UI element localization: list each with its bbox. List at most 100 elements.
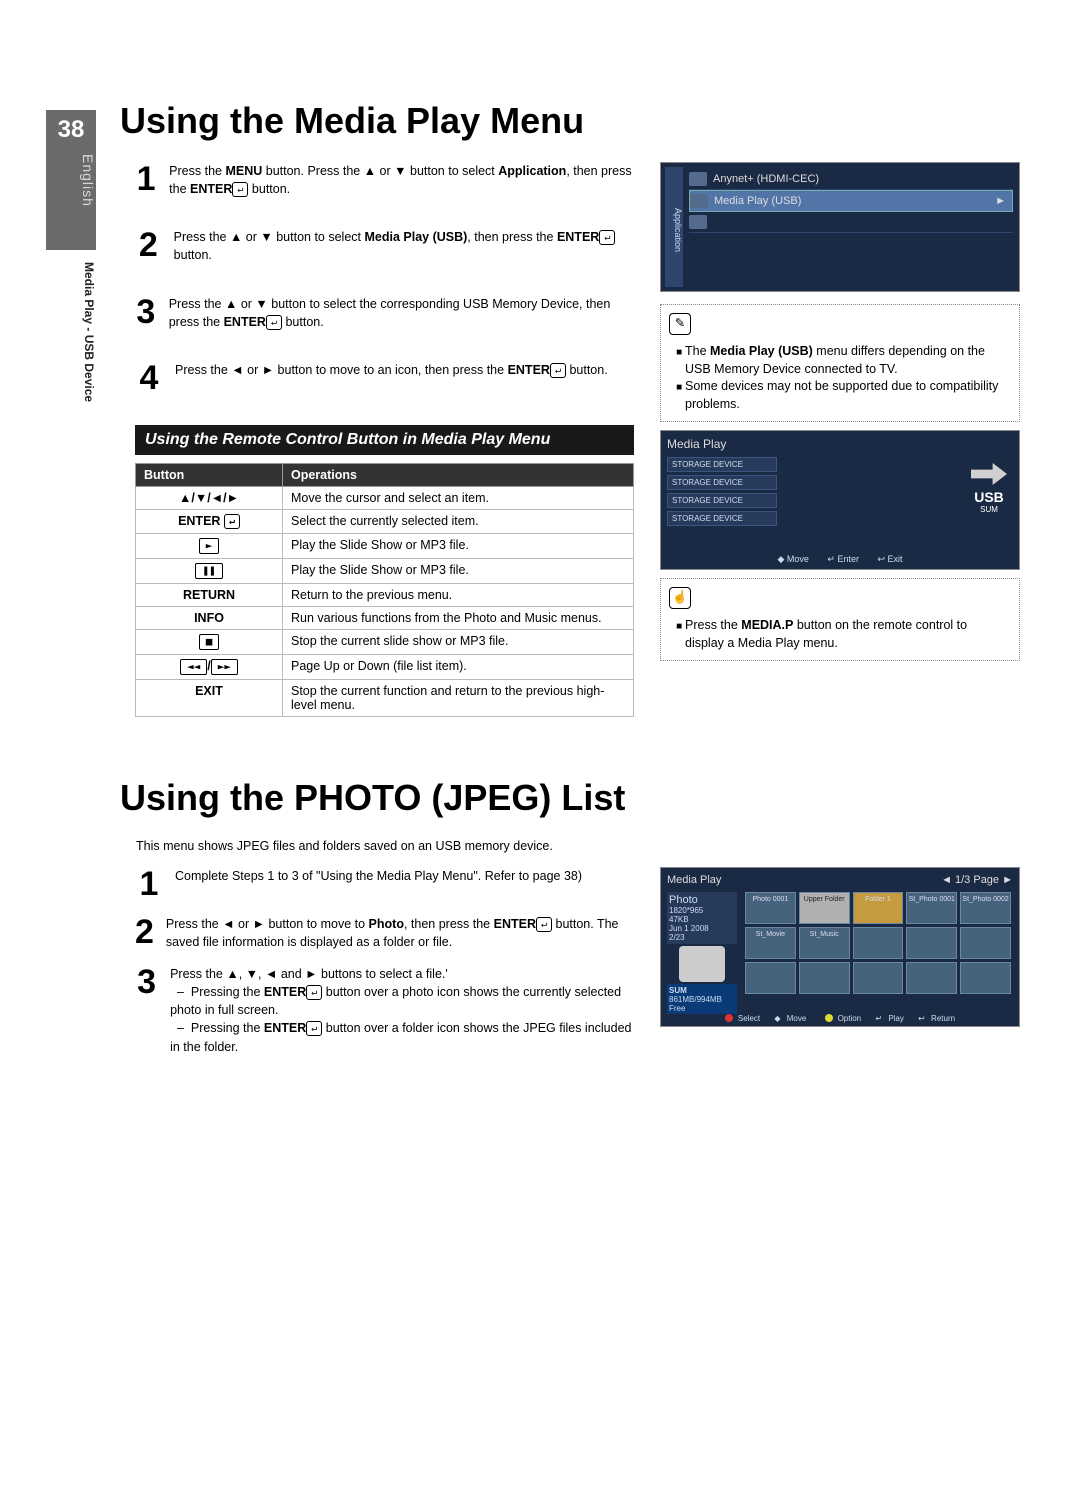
step-text: Press the ▲ or ▼ button to select Media …: [174, 228, 634, 264]
photo-thumb: [853, 962, 904, 994]
table-row: ❚❚Play the Slide Show or MP3 file.: [136, 558, 634, 583]
photo-thumb: St_Music: [799, 927, 850, 959]
note-icon: ✎: [669, 313, 691, 335]
page-side-tab: 38 English Media Play - USB Device: [46, 110, 96, 410]
step-number: 4: [135, 361, 163, 395]
screenshot-device-select: Media Play STORAGE DEVICE STORAGE DEVICE…: [660, 430, 1020, 570]
screenshot-application-menu: Application Anynet+ (HDMI-CEC) Media Pla…: [660, 162, 1020, 292]
panel-info-line: 1820*965: [669, 906, 735, 915]
cell-button: ❚❚: [136, 558, 283, 583]
step-number: 3: [135, 295, 157, 331]
page-indicator: ◄ 1/3 Page ►: [941, 874, 1013, 886]
note-box-media-play: ✎ The Media Play (USB) menu differs depe…: [660, 304, 1020, 422]
menu-item-media-play-usb: Media Play (USB): [714, 195, 801, 207]
yellow-dot-icon: [825, 1014, 833, 1022]
col-button: Button: [136, 463, 283, 486]
cell-button: ▲/▼/◄/►: [136, 486, 283, 509]
photo-thumb: [960, 962, 1011, 994]
table-row: ►Play the Slide Show or MP3 file.: [136, 533, 634, 558]
photo-thumb: St_Movie: [745, 927, 796, 959]
section-label: Media Play - USB Device: [46, 250, 96, 410]
panel-info-line: 2/23: [669, 933, 735, 942]
cell-button: ◄◄/►►: [136, 654, 283, 679]
hint-exit: ↩ Exit: [877, 554, 902, 564]
step-item: 4 Press the ◄ or ► button to move to an i…: [135, 361, 634, 395]
hand-icon: ☝: [669, 587, 691, 609]
hint-play: Play: [888, 1014, 904, 1023]
step-text: Press the ◄ or ► button to move to an ic…: [175, 361, 608, 395]
cell-operation: Page Up or Down (file list item).: [283, 654, 634, 679]
step-item: 2Press the ▲ or ▼ button to select Media…: [135, 228, 634, 264]
page-number: 38: [46, 110, 96, 144]
blank-icon: [689, 215, 707, 229]
folder-thumb: Folder 1: [853, 892, 904, 924]
media-play-title: Media Play: [667, 874, 721, 886]
cell-operation: Move the cursor and select an item.: [283, 486, 634, 509]
cell-operation: Play the Slide Show or MP3 file.: [283, 533, 634, 558]
cell-button: ■: [136, 629, 283, 654]
storage-device-item: STORAGE DEVICE: [667, 457, 777, 472]
step-text: Press the ◄ or ► button to move to Photo…: [166, 915, 634, 951]
step-text: Complete Steps 1 to 3 of "Using the Medi…: [175, 867, 582, 901]
cell-operation: Select the currently selected item.: [283, 509, 634, 533]
cell-button: ►: [136, 533, 283, 558]
menu-item-anynet: Anynet+ (HDMI-CEC): [713, 173, 819, 185]
hint-return: Return: [931, 1014, 955, 1023]
photo-thumb: [906, 962, 957, 994]
upper-folder-thumb: Upper Folder: [799, 892, 850, 924]
cell-button: ENTER ↵: [136, 509, 283, 533]
step-item: 2 Press the ◄ or ► button to move to Phot…: [135, 915, 634, 951]
step-item: 1 Press the MENU button. Press the ▲ or ▼…: [135, 162, 634, 198]
chevron-right-icon: ►: [995, 195, 1006, 207]
hint-enter: ↵ Enter: [827, 554, 859, 564]
table-row: ENTER ↵Select the currently selected ite…: [136, 509, 634, 533]
photo-list-intro: This menu shows JPEG files and folders s…: [136, 839, 1020, 853]
media-play-title: Media Play: [667, 437, 1013, 451]
media-play-icon: [690, 194, 708, 208]
table-row: INFORun various functions from the Photo…: [136, 606, 634, 629]
cell-operation: Run various functions from the Photo and…: [283, 606, 634, 629]
panel-info-line: 47KB: [669, 915, 735, 924]
cell-operation: Stop the current slide show or MP3 file.: [283, 629, 634, 654]
app-tab-label: Application: [665, 167, 683, 287]
cell-operation: Return to the previous menu.: [283, 583, 634, 606]
step-item: 3 Press the ▲ or ▼ button to select the c…: [135, 295, 634, 331]
photo-thumb: St_Photo 0001: [906, 892, 957, 924]
note-item: The Media Play (USB) menu differs depend…: [685, 343, 1009, 378]
note-item: Press the MEDIA.P button on the remote c…: [685, 617, 1009, 652]
step-number: 3: [135, 965, 158, 1056]
photo-thumb: Photo 0001: [745, 892, 796, 924]
storage-device-item: STORAGE DEVICE: [667, 475, 777, 490]
heading-photo-list: Using the PHOTO (JPEG) List: [120, 777, 1020, 819]
cell-button: EXIT: [136, 679, 283, 716]
sum-free: 861MB/994MB Free: [669, 995, 735, 1013]
step-text: Press the ▲ or ▼ button to select the co…: [169, 295, 634, 331]
anynet-icon: [689, 172, 707, 186]
sum-label: SUM: [669, 986, 735, 995]
language-label: English: [46, 154, 96, 207]
step-item: 1Complete Steps 1 to 3 of "Using the Med…: [135, 867, 634, 901]
usb-sublabel: SUM: [971, 505, 1007, 514]
preview-thumb: [679, 946, 725, 982]
table-row: ▲/▼/◄/►Move the cursor and select an ite…: [136, 486, 634, 509]
screenshot-photo-list: Media Play ◄ 1/3 Page ► Photo 1820*96547…: [660, 867, 1020, 1027]
usb-label: USB: [971, 489, 1007, 505]
step-text: Press the ▲, ▼, ◄ and ► buttons to selec…: [170, 965, 634, 1056]
cell-operation: Stop the current function and return to …: [283, 679, 634, 716]
photo-thumb: [906, 927, 957, 959]
step-number: 1: [135, 162, 157, 198]
col-operations: Operations: [283, 463, 634, 486]
cell-button: INFO: [136, 606, 283, 629]
note-box-media-p-button: ☝ Press the MEDIA.P button on the remote…: [660, 578, 1020, 661]
photo-thumb: St_Photo 0002: [960, 892, 1011, 924]
table-row: ◄◄/►►Page Up or Down (file list item).: [136, 654, 634, 679]
step-number: 2: [135, 915, 154, 951]
table-row: ■Stop the current slide show or MP3 file…: [136, 629, 634, 654]
red-dot-icon: [725, 1014, 733, 1022]
panel-photo-label: Photo: [669, 894, 735, 906]
table-row: RETURNReturn to the previous menu.: [136, 583, 634, 606]
step-text: Press the MENU button. Press the ▲ or ▼ …: [169, 162, 634, 198]
hint-select: Select: [738, 1014, 760, 1023]
table-row: EXITStop the current function and return…: [136, 679, 634, 716]
storage-device-item: STORAGE DEVICE: [667, 493, 777, 508]
